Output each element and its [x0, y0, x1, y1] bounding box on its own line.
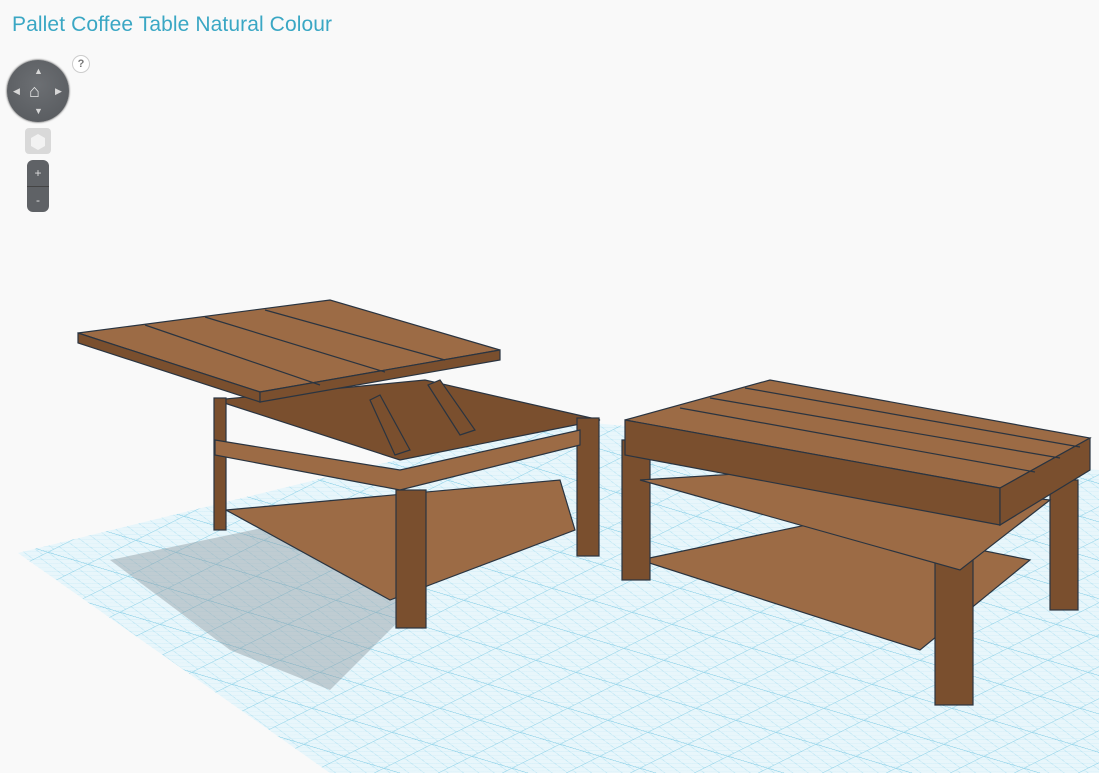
pan-up-icon[interactable]: ▲ [34, 67, 43, 76]
pan-right-icon[interactable]: ▶ [55, 87, 62, 96]
pan-down-icon[interactable]: ▼ [34, 107, 43, 116]
view-navigation-control[interactable]: ▲ ▼ ◀ ▶ ⌂ [7, 60, 69, 122]
zoom-in-button[interactable]: + [27, 160, 49, 187]
3d-viewport[interactable] [0, 0, 1099, 773]
pan-left-icon[interactable]: ◀ [13, 87, 20, 96]
view-cube-button[interactable] [25, 128, 51, 154]
home-icon[interactable]: ⌂ [29, 82, 40, 100]
help-button[interactable]: ? [72, 55, 90, 73]
zoom-control: + - [27, 160, 49, 212]
zoom-out-button[interactable]: - [27, 187, 49, 212]
cube-icon [31, 134, 45, 150]
